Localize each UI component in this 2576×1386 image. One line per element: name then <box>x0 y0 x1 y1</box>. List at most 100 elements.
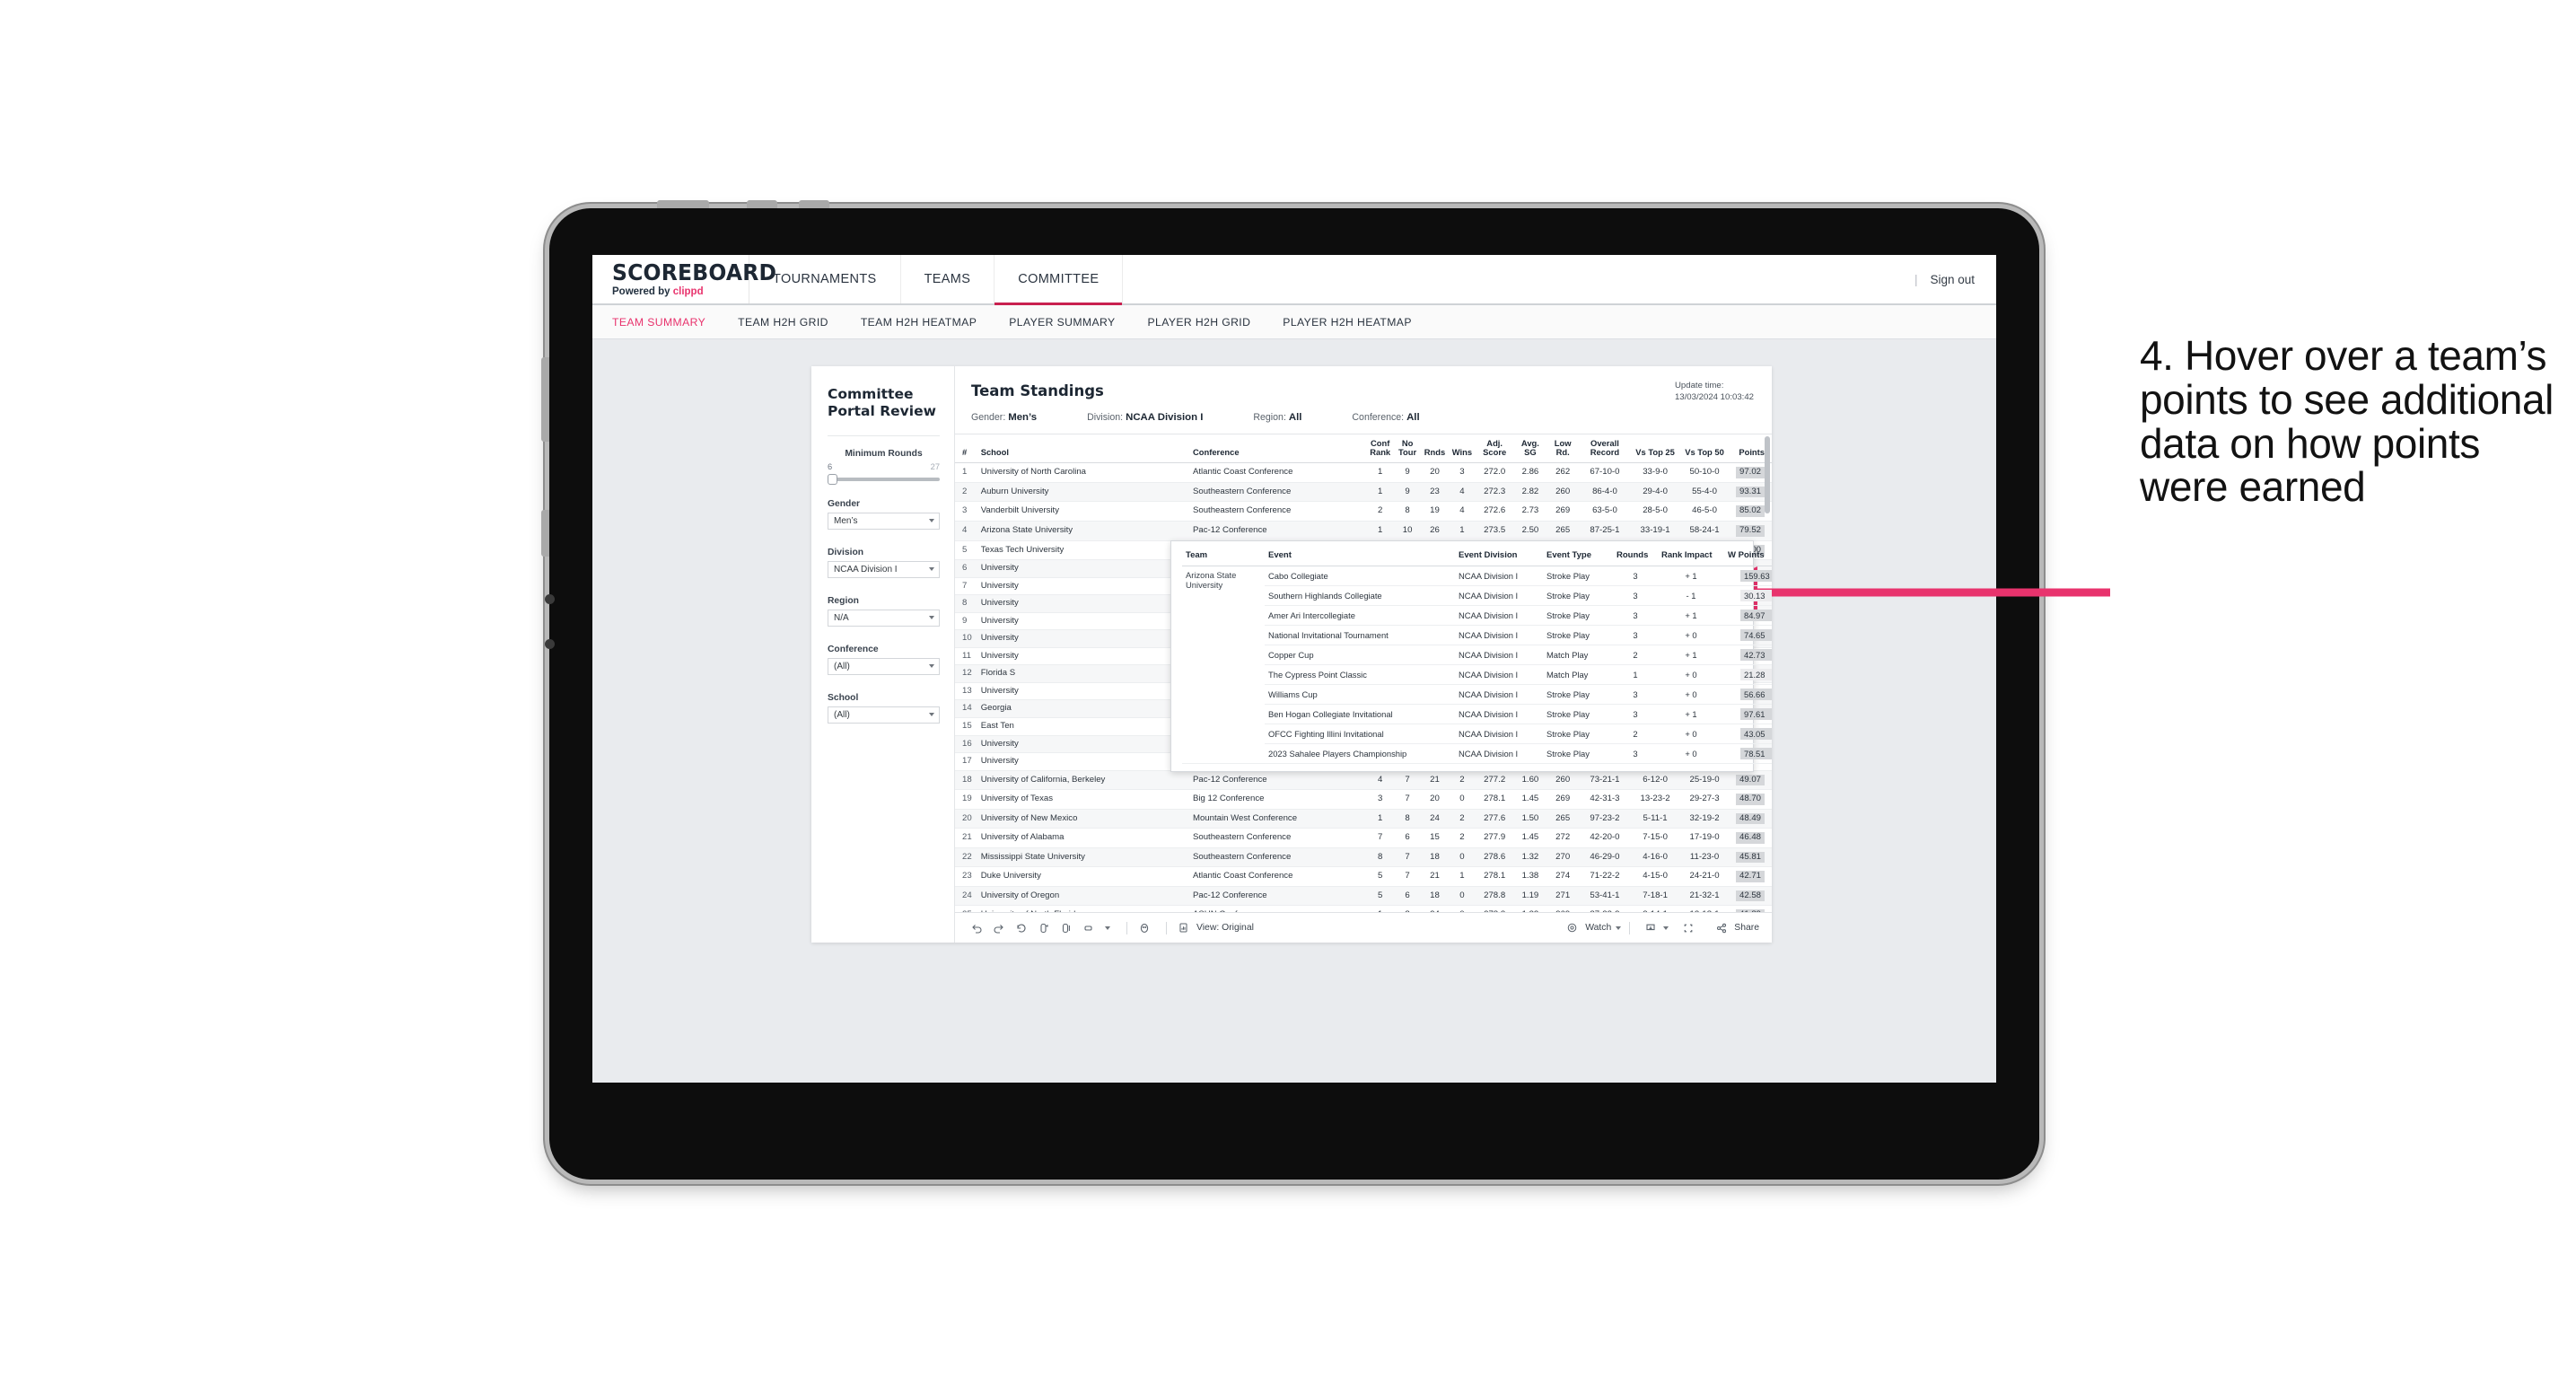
highlight-icon[interactable] <box>1080 919 1097 936</box>
col-conf-rank[interactable]: Conf Rank <box>1366 434 1394 464</box>
col-vs-top-25[interactable]: Vs Top 25 <box>1631 434 1679 464</box>
col-vs-top-50[interactable]: Vs Top 50 <box>1678 434 1730 464</box>
fullscreen-icon[interactable] <box>1679 919 1696 936</box>
points-cell[interactable]: 49.07 <box>1730 770 1772 791</box>
col-avg-sg[interactable]: Avg. SG <box>1513 434 1547 464</box>
tooltip-division-cell: NCAA Division I <box>1455 625 1543 645</box>
points-cell[interactable]: 45.81 <box>1730 847 1772 868</box>
rank-cell: 2 <box>955 482 978 503</box>
school-cell: University <box>977 735 1190 754</box>
col-conference[interactable]: Conference <box>1189 434 1367 464</box>
tooltip-type-cell: Stroke Play <box>1543 585 1613 606</box>
points-cell[interactable]: 41.89 <box>1730 905 1772 912</box>
revert-icon[interactable] <box>1012 919 1030 936</box>
gender-value: Men’s <box>834 515 858 526</box>
table-row[interactable]: 20 University of New Mexico Mountain West … <box>955 809 1772 829</box>
highlight-dropdown-icon[interactable] <box>1102 919 1113 936</box>
col-low-rd[interactable]: Low Rd. <box>1546 434 1579 464</box>
sign-out-button[interactable]: | Sign out <box>1893 255 1996 303</box>
vs-top-50-cell: 58-24-1 <box>1678 521 1730 541</box>
nav-item-teams[interactable]: TEAMS <box>901 255 995 303</box>
sub-navigation-tabs: TEAM SUMMARY TEAM H2H GRID TEAM H2H HEAT… <box>592 305 1996 339</box>
table-row[interactable]: 21 University of Alabama Southeastern Conf… <box>955 828 1772 848</box>
region-select[interactable]: N/A <box>828 609 940 627</box>
tab-team-summary[interactable]: TEAM SUMMARY <box>612 316 705 329</box>
minimum-rounds-slider-handle[interactable] <box>828 473 837 485</box>
table-scrollbar[interactable] <box>1765 436 1770 513</box>
device-button-left-2 <box>541 510 549 557</box>
watch-label: Watch <box>1585 923 1612 933</box>
tooltip-rank-impact-cell: + 0 <box>1658 743 1724 764</box>
table-row[interactable]: 19 University of Texas Big 12 Conference 3 7… <box>955 789 1772 810</box>
table-row[interactable]: 3 Vanderbilt University Southeastern Confe… <box>955 501 1772 522</box>
tooltip-event-cell: The Cypress Point Classic <box>1265 664 1455 685</box>
tooltip-w-points-value: 30.13 <box>1740 590 1772 601</box>
points-cell[interactable]: 48.49 <box>1730 809 1772 829</box>
col-school[interactable]: School <box>977 434 1190 464</box>
tab-player-h2h-grid[interactable]: PLAYER H2H GRID <box>1147 316 1250 329</box>
col-rank[interactable]: # <box>955 434 978 464</box>
table-row[interactable]: 4 Arizona State University Pac-12 Conferen… <box>955 521 1772 541</box>
nav-item-committee[interactable]: COMMITTEE <box>994 255 1124 305</box>
watch-button[interactable]: Watch <box>1564 919 1622 936</box>
share-button[interactable]: Share <box>1713 919 1759 936</box>
minimum-rounds-slider[interactable] <box>828 473 940 485</box>
conference-cell: ASUN Conference <box>1189 905 1367 912</box>
overall-record-cell: 42-31-3 <box>1578 789 1632 810</box>
col-rnds[interactable]: Rnds <box>1421 434 1449 464</box>
conference-cell: Pac-12 Conference <box>1189 521 1367 541</box>
division-select[interactable]: NCAA Division I <box>828 560 940 578</box>
table-row[interactable]: 1 University of North Carolina Atlantic Co… <box>955 462 1772 483</box>
tab-team-h2h-heatmap[interactable]: TEAM H2H HEATMAP <box>861 316 977 329</box>
logo-wordmark: SCOREBOARD <box>612 259 777 285</box>
standings-header-row: # School Conference Conf Rank No Tour Rn… <box>955 434 1772 464</box>
points-cell[interactable]: 48.70 <box>1730 789 1772 810</box>
tab-team-h2h-grid[interactable]: TEAM H2H GRID <box>738 316 828 329</box>
school-cell: University <box>977 752 1190 771</box>
points-cell[interactable]: 46.48 <box>1730 828 1772 848</box>
col-adj-score[interactable]: Adj. Score <box>1476 434 1514 464</box>
conf-rank-cell: 5 <box>1366 866 1394 887</box>
col-no-tour[interactable]: No Tour <box>1393 434 1422 464</box>
division-value: NCAA Division I <box>834 564 898 575</box>
undo-icon[interactable] <box>968 919 985 936</box>
tooltip-rounds-cell: 3 <box>1613 743 1658 764</box>
gender-select[interactable]: Men’s <box>828 512 940 530</box>
tooltip-row: Arizona State University Cabo Collegiate N… <box>1182 566 1772 764</box>
redo-icon[interactable] <box>990 919 1007 936</box>
minimum-rounds-range: 6 27 <box>828 462 940 471</box>
points-value: 42.71 <box>1735 871 1765 882</box>
table-row[interactable]: 2 Auburn University Southeastern Conferenc… <box>955 482 1772 503</box>
conference-cell: Southeastern Conference <box>1189 847 1367 868</box>
app-logo[interactable]: SCOREBOARD Powered by clippd <box>592 255 777 303</box>
wins-cell: 0 <box>1448 847 1476 868</box>
points-cell[interactable]: 79.52 <box>1730 521 1772 541</box>
points-cell[interactable]: 42.71 <box>1730 866 1772 887</box>
view-original-button[interactable]: View: Original <box>1175 919 1254 936</box>
col-wins[interactable]: Wins <box>1448 434 1476 464</box>
table-row[interactable]: 18 University of California, Berkeley Pac-… <box>955 770 1772 791</box>
table-row[interactable]: 23 Duke University Atlantic Coast Conferen… <box>955 866 1772 887</box>
nav-item-tournaments[interactable]: TOURNAMENTS <box>749 255 901 303</box>
pause-updates-icon[interactable] <box>1057 919 1074 936</box>
table-row[interactable]: 25University of North FloridaASUN Confer… <box>955 905 1772 912</box>
download-button[interactable] <box>1642 919 1669 936</box>
table-row[interactable]: 24 University of Oregon Pac-12 Conference 5… <box>955 886 1772 907</box>
conf-rank-cell: 4 <box>1366 770 1394 791</box>
tab-player-h2h-heatmap[interactable]: PLAYER H2H HEATMAP <box>1283 316 1412 329</box>
avg-sg-cell: 1.19 <box>1513 886 1547 907</box>
conference-select[interactable]: (All) <box>828 657 940 675</box>
points-breakdown-tooltip: Team Event Event Division Event Type Rou… <box>1170 540 1772 772</box>
points-cell[interactable]: 42.58 <box>1730 886 1772 907</box>
tab-player-summary[interactable]: PLAYER SUMMARY <box>1009 316 1115 329</box>
col-overall[interactable]: Overall Record <box>1578 434 1632 464</box>
pause-auto-update-icon[interactable] <box>1135 919 1152 936</box>
table-row[interactable]: 22 Mississippi State University Southeaste… <box>955 847 1772 868</box>
vs-top-25-cell: 4-16-0 <box>1631 847 1679 868</box>
refresh-data-icon[interactable] <box>1035 919 1052 936</box>
school-select[interactable]: (All) <box>828 706 940 724</box>
filter-gender: Gender Men’s <box>828 499 940 530</box>
download-icon <box>1642 919 1659 936</box>
school-cell: Georgia <box>977 699 1190 718</box>
vs-top-25-cell: 29-4-0 <box>1631 482 1679 503</box>
